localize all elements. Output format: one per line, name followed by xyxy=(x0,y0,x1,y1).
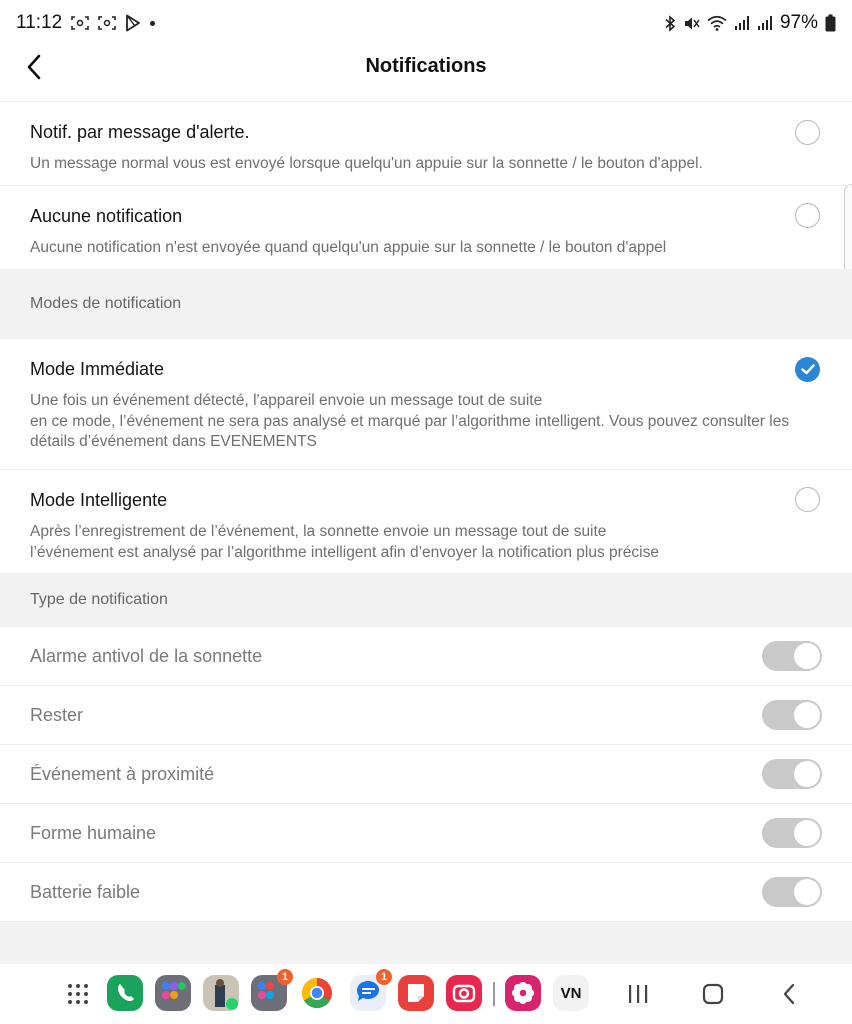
dock-divider xyxy=(493,982,495,1006)
toggle-switch[interactable] xyxy=(762,818,822,848)
mute-icon xyxy=(683,15,700,32)
option-title: Notif. par message d'alerte. xyxy=(30,122,250,142)
bluetooth-icon xyxy=(664,14,676,32)
toggle-label: Forme humaine xyxy=(30,822,157,843)
home-icon xyxy=(702,983,724,1005)
toggle-row-low-battery: Batterie faible xyxy=(0,863,852,922)
toggle-switch[interactable] xyxy=(762,759,822,789)
vn-app-icon[interactable]: VN xyxy=(553,975,589,1011)
page-title: Notifications xyxy=(365,55,487,77)
chrome-icon[interactable] xyxy=(299,975,335,1011)
battery-percent: 97% xyxy=(779,12,818,33)
home-button[interactable] xyxy=(693,978,733,1010)
vn-app-label: VN xyxy=(560,984,582,1002)
option-title: Aucune notification xyxy=(30,206,183,226)
radio-button-checked[interactable] xyxy=(795,357,820,382)
bottom-spacer xyxy=(0,922,852,964)
notes-app-icon[interactable] xyxy=(398,975,434,1011)
phone-app-icon[interactable] xyxy=(107,975,143,1011)
app-drawer-button[interactable] xyxy=(58,978,98,1010)
status-time: 11:12 xyxy=(16,12,63,33)
radio-button[interactable] xyxy=(795,120,820,145)
toggle-switch[interactable] xyxy=(762,700,822,730)
toggle-label: Batterie faible xyxy=(30,881,141,902)
play-store-icon xyxy=(125,14,141,32)
toggle-label: Événement à proximité xyxy=(30,763,215,784)
screenshot-icon xyxy=(98,15,116,31)
chevron-left-icon xyxy=(783,983,795,1005)
signal-icon xyxy=(757,15,773,31)
notification-dot-icon xyxy=(150,20,156,26)
notification-badge: 1 xyxy=(277,969,293,985)
toggle-label: Rester xyxy=(30,704,84,725)
battery-icon xyxy=(825,14,836,32)
toggle-row-human-shape: Forme humaine xyxy=(0,804,852,863)
toggle-knob xyxy=(794,761,820,787)
settings-content: Notif. par message d'alerte. Un message … xyxy=(0,101,852,922)
status-bar: 11:12 97% xyxy=(0,0,852,46)
radio-button[interactable] xyxy=(795,487,820,512)
option-description: Un message normal vous est envoyé lorsqu… xyxy=(30,155,703,172)
toggle-knob xyxy=(794,879,820,905)
option-alert-message[interactable]: Notif. par message d'alerte. Un message … xyxy=(0,101,852,185)
toggle-knob xyxy=(794,643,820,669)
toggle-label: Alarme antivol de la sonnette xyxy=(30,645,263,666)
option-title: Mode Intelligente xyxy=(30,490,168,510)
option-description: Après l’enregistrement de l’événement, l… xyxy=(30,523,659,561)
grid-icon xyxy=(68,984,88,1004)
recent-apps-button[interactable] xyxy=(618,978,658,1010)
messages-icon[interactable]: 1 xyxy=(350,969,392,1011)
taskbar: 1 1 VN xyxy=(0,964,852,1024)
app-folder-icon[interactable] xyxy=(155,975,191,1011)
toggle-row-proximity: Événement à proximité xyxy=(0,745,852,804)
title-bar: Notifications xyxy=(0,46,852,88)
whatsapp-contact-icon[interactable] xyxy=(203,975,239,1011)
app-folder-icon[interactable]: 1 xyxy=(251,969,293,1011)
toggle-switch[interactable] xyxy=(762,877,822,907)
section-header-type: Type de notification xyxy=(0,573,852,627)
signal-icon xyxy=(734,15,750,31)
toggle-row-stay: Rester xyxy=(0,686,852,745)
section-header-modes: Modes de notification xyxy=(0,269,852,339)
screenshot-icon xyxy=(71,15,89,31)
toggle-knob xyxy=(794,820,820,846)
camera-app-icon[interactable] xyxy=(446,975,482,1011)
option-mode-intelligent[interactable]: Mode Intelligente Après l’enregistrement… xyxy=(0,469,852,573)
toggle-row-antitheft: Alarme antivol de la sonnette xyxy=(0,627,852,686)
option-description: Une fois un événement détecté, l'apparei… xyxy=(30,392,790,450)
recents-icon xyxy=(629,985,648,1003)
flower-app-icon[interactable] xyxy=(505,975,541,1011)
radio-button[interactable] xyxy=(795,203,820,228)
option-description: Aucune notification n'est envoyée quand … xyxy=(30,239,667,256)
toggle-knob xyxy=(794,702,820,728)
option-no-notification[interactable]: Aucune notification Aucune notification … xyxy=(0,185,852,269)
nav-back-button[interactable] xyxy=(769,978,809,1010)
toggle-switch[interactable] xyxy=(762,641,822,671)
option-title: Mode Immédiate xyxy=(30,359,165,379)
wifi-icon xyxy=(707,15,727,31)
notification-badge: 1 xyxy=(376,969,392,985)
checkmark-icon xyxy=(800,364,815,375)
option-mode-immediate[interactable]: Mode Immédiate Une fois un événement dét… xyxy=(0,339,852,469)
